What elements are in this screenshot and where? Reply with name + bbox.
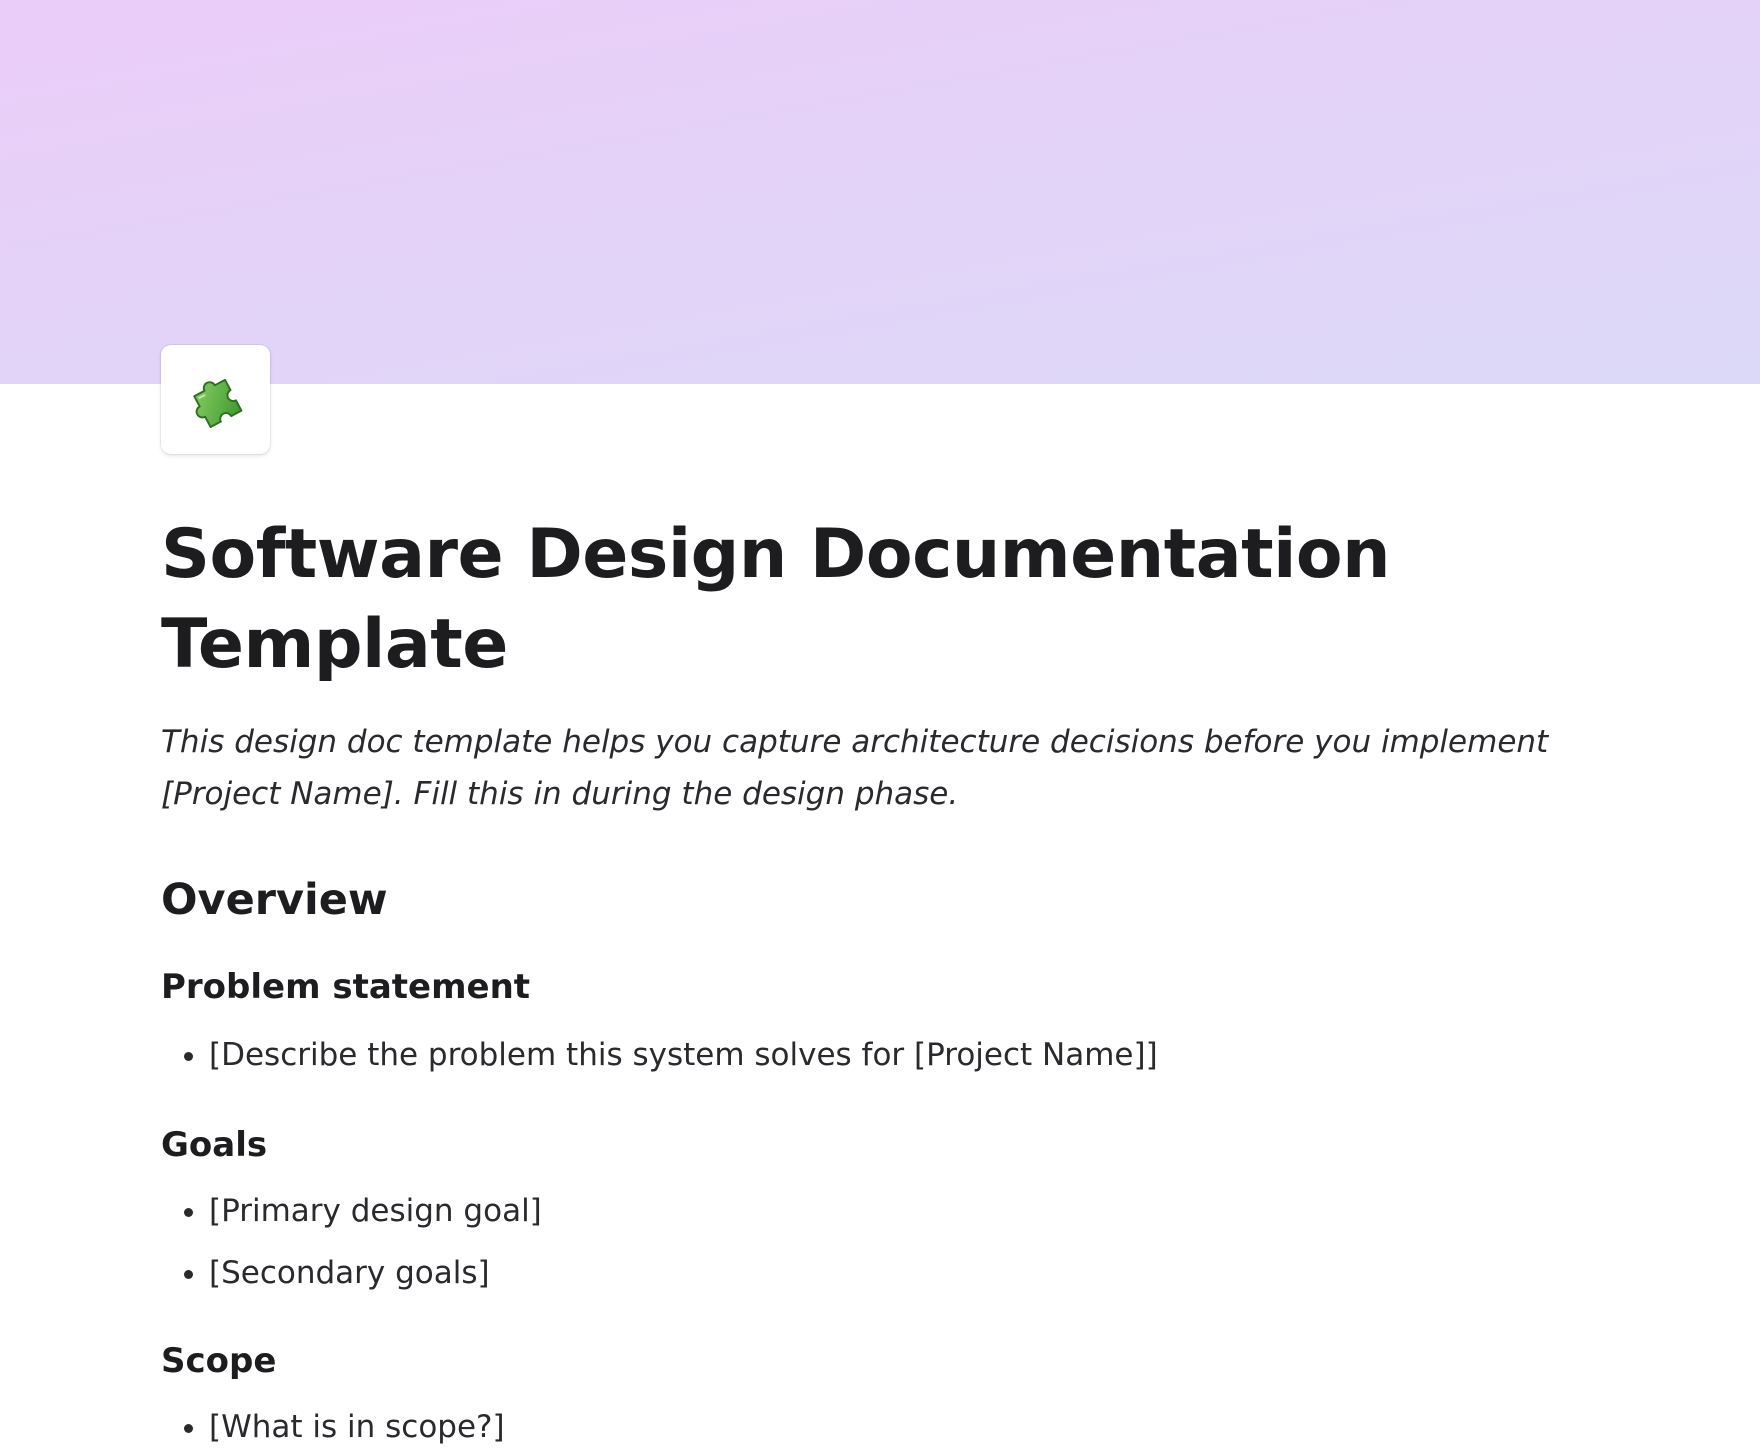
problem-statement-heading[interactable]: Problem statement bbox=[161, 964, 1561, 1010]
page-content: Software Design Documentation Template T… bbox=[161, 510, 1561, 1450]
puzzle-piece-icon[interactable] bbox=[161, 345, 270, 454]
overview-heading[interactable]: Overview bbox=[161, 872, 1561, 928]
puzzle-piece-glyph bbox=[192, 378, 242, 428]
scope-list: [What is in scope?] bbox=[161, 1404, 1561, 1450]
page-description[interactable]: This design doc template helps you captu… bbox=[161, 716, 1561, 820]
list-item[interactable]: [Primary design goal] bbox=[209, 1188, 1561, 1234]
problem-statement-list: [Describe the problem this system solves… bbox=[161, 1032, 1561, 1078]
list-item[interactable]: [Describe the problem this system solves… bbox=[209, 1032, 1561, 1078]
scope-heading[interactable]: Scope bbox=[161, 1338, 1561, 1384]
goals-heading[interactable]: Goals bbox=[161, 1122, 1561, 1168]
goals-list: [Primary design goal] [Secondary goals] bbox=[161, 1188, 1561, 1296]
list-item[interactable]: [What is in scope?] bbox=[209, 1404, 1561, 1450]
page-cover bbox=[0, 0, 1760, 384]
page-title[interactable]: Software Design Documentation Template bbox=[161, 510, 1461, 690]
list-item[interactable]: [Secondary goals] bbox=[209, 1250, 1561, 1296]
